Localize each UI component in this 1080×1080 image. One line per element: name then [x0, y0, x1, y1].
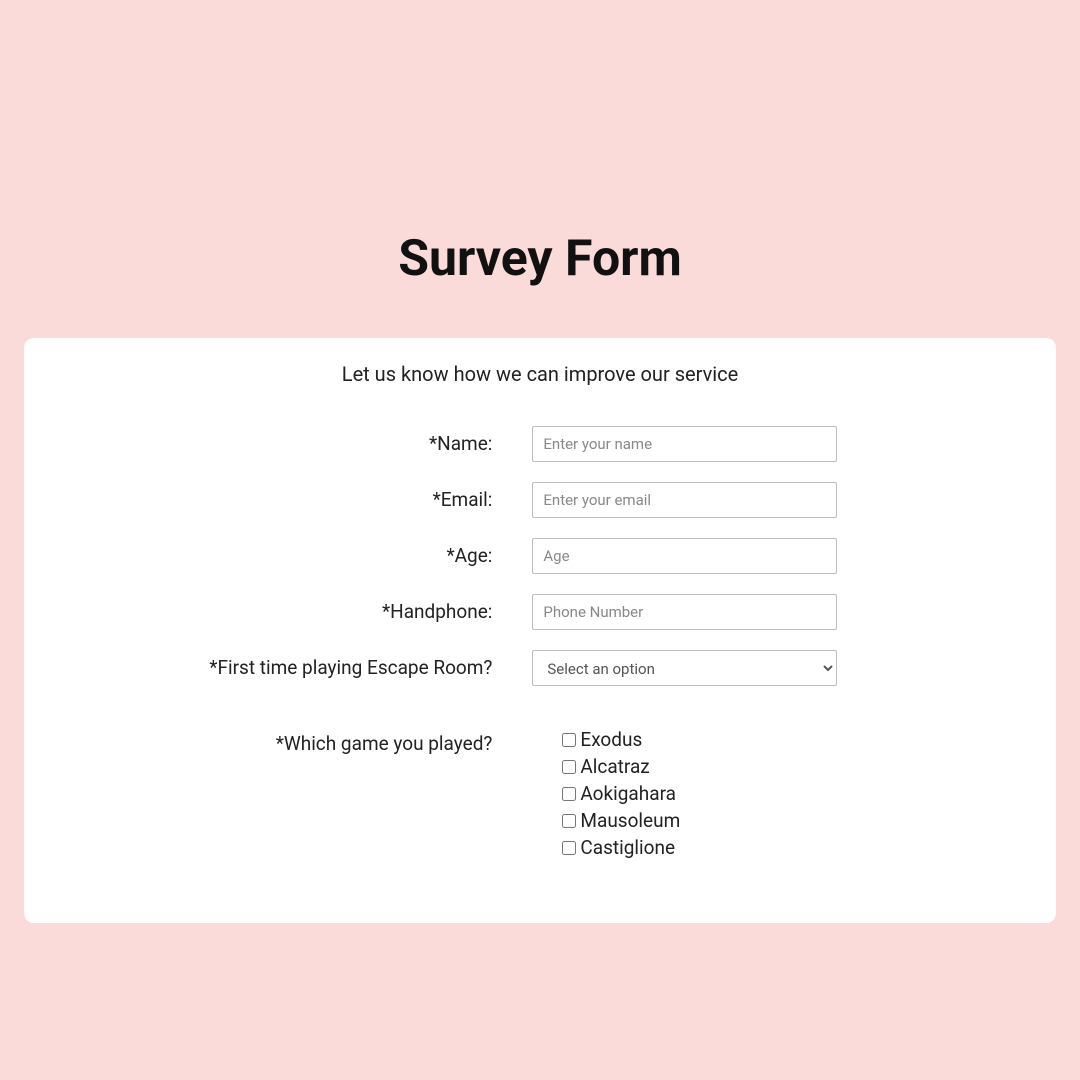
- game-checkbox-castiglione[interactable]: [562, 841, 576, 855]
- game-label-exodus: Exodus: [580, 728, 642, 751]
- firsttime-row: *First time playing Escape Room? Select …: [64, 650, 1016, 686]
- game-option-castiglione[interactable]: Castiglione: [562, 836, 837, 859]
- game-checkbox-mausoleum[interactable]: [562, 814, 576, 828]
- name-label: *Name:: [64, 426, 492, 455]
- game-checkbox-exodus[interactable]: [562, 733, 576, 747]
- games-label: *Which game you played?: [64, 726, 492, 755]
- games-row: *Which game you played? Exodus Alcatraz …: [64, 726, 1016, 863]
- games-checkbox-group: Exodus Alcatraz Aokigahara Mausoleum Cas…: [532, 726, 837, 863]
- email-row: *Email:: [64, 482, 1016, 518]
- page-title: Survey Form: [0, 0, 1080, 338]
- game-label-mausoleum: Mausoleum: [580, 809, 680, 832]
- game-option-exodus[interactable]: Exodus: [562, 728, 837, 751]
- email-label: *Email:: [64, 482, 492, 511]
- age-input[interactable]: [532, 538, 837, 574]
- game-option-alcatraz[interactable]: Alcatraz: [562, 755, 837, 778]
- form-subtitle: Let us know how we can improve our servi…: [64, 362, 1016, 386]
- handphone-input[interactable]: [532, 594, 837, 630]
- game-checkbox-aokigahara[interactable]: [562, 787, 576, 801]
- game-option-mausoleum[interactable]: Mausoleum: [562, 809, 837, 832]
- game-label-alcatraz: Alcatraz: [580, 755, 649, 778]
- email-input[interactable]: [532, 482, 837, 518]
- age-label: *Age:: [64, 538, 492, 567]
- age-row: *Age:: [64, 538, 1016, 574]
- survey-form-card: Let us know how we can improve our servi…: [24, 338, 1056, 923]
- firsttime-label: *First time playing Escape Room?: [64, 650, 492, 679]
- firsttime-select[interactable]: Select an option: [532, 650, 837, 686]
- handphone-row: *Handphone:: [64, 594, 1016, 630]
- game-checkbox-alcatraz[interactable]: [562, 760, 576, 774]
- name-row: *Name:: [64, 426, 1016, 462]
- handphone-label: *Handphone:: [64, 594, 492, 623]
- game-option-aokigahara[interactable]: Aokigahara: [562, 782, 837, 805]
- name-input[interactable]: [532, 426, 837, 462]
- game-label-aokigahara: Aokigahara: [580, 782, 676, 805]
- game-label-castiglione: Castiglione: [580, 836, 675, 859]
